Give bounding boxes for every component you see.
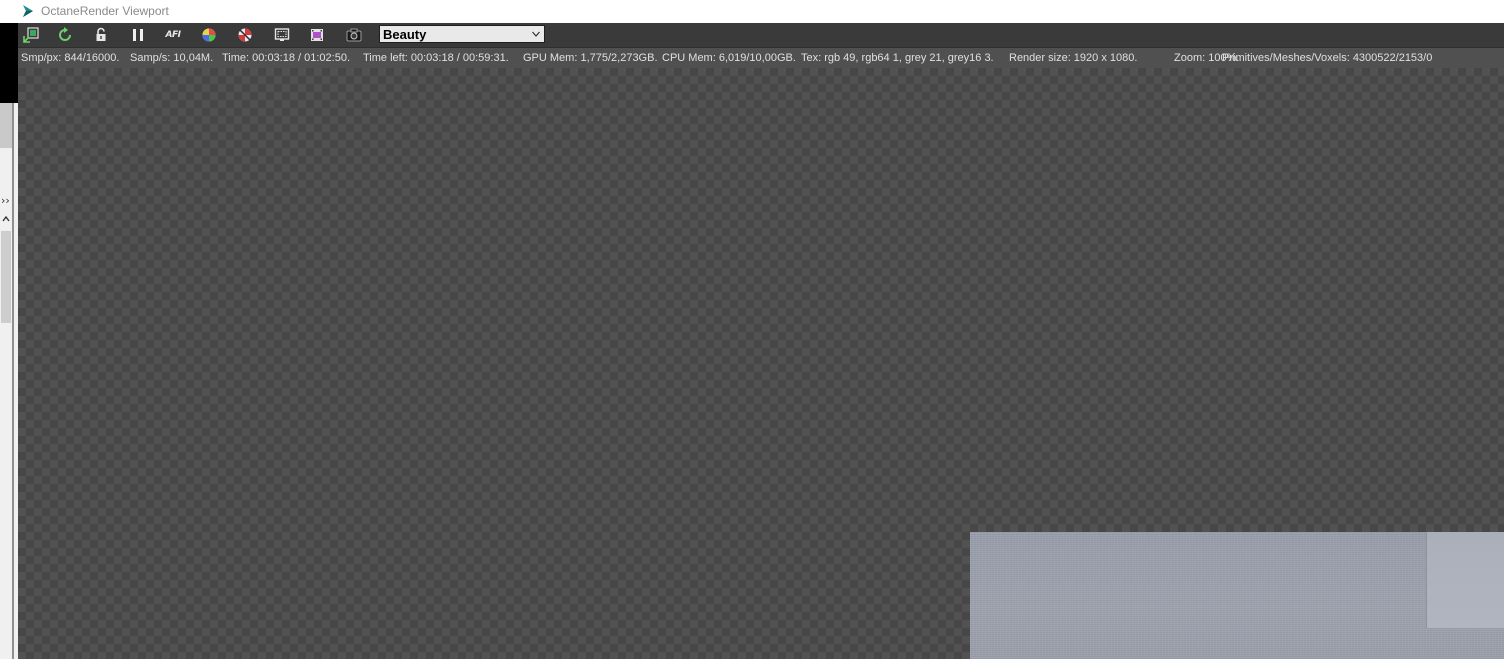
pause-button[interactable] (129, 26, 147, 44)
color-picker-icon (202, 28, 216, 42)
stop-render-button[interactable] (236, 26, 254, 44)
film-settings-button[interactable] (308, 26, 326, 44)
chevron-down-icon (532, 31, 540, 37)
octane-logo-icon (23, 5, 33, 17)
afi-focus-icon: AFI (165, 30, 181, 40)
stat-textures: Tex: rgb 49, rgb64 1, grey 21, grey16 3. (801, 52, 994, 64)
stat-samples-per-second: Samp/s: 10,04M. (130, 52, 214, 64)
pause-icon (133, 29, 143, 41)
restart-render-icon (59, 27, 71, 41)
afi-focus-button[interactable]: AFI (164, 26, 182, 44)
render-stats-bar: Smp/px: 844/16000. Samp/s: 10,04M. Time:… (18, 48, 1504, 68)
stop-render-icon (238, 28, 252, 42)
color-picker-button[interactable] (200, 26, 218, 44)
render-viewport[interactable] (18, 68, 1504, 659)
send-scene-icon (23, 27, 39, 43)
stat-samples-per-pixel: Smp/px: 844/16000. (21, 52, 120, 64)
lock-button[interactable] (92, 26, 110, 44)
scroll-up-icon[interactable] (0, 213, 11, 225)
save-image-icon (346, 28, 362, 42)
stat-gpu-memory: GPU Mem: 1,775/2,273GB. (523, 52, 658, 64)
stat-render-size: Render size: 1920 x 1080. (1009, 52, 1138, 64)
film-settings-icon (311, 29, 323, 41)
sidebar-divider (12, 103, 14, 659)
stat-time-left: Time left: 00:03:18 / 00:59:31. (363, 52, 509, 64)
stat-time: Time: 00:03:18 / 01:02:50. (222, 52, 351, 64)
title-bar: OctaneRender Viewport (0, 0, 1504, 24)
expand-panel-icon[interactable]: ›› (1, 195, 10, 206)
sidebar-header-block (0, 23, 18, 103)
window-title: OctaneRender Viewport (41, 4, 169, 18)
viewport-toolbar: AFI Beauty (18, 23, 1504, 48)
sidebar-panel (0, 103, 12, 148)
left-sidebar: ›› (0, 23, 18, 659)
stat-cpu-memory: CPU Mem: 6,019/10,00GB. (662, 52, 796, 64)
stat-primitives: Primitives/Meshes/Voxels: 4300522/2153/0 (1222, 52, 1433, 64)
region-render-icon (274, 28, 290, 41)
scrollbar-thumb[interactable] (1, 231, 11, 323)
render-pass-select[interactable]: Beauty (379, 25, 545, 43)
restart-render-button[interactable] (56, 26, 74, 44)
render-pass-value: Beauty (383, 26, 427, 42)
save-image-button[interactable] (345, 26, 363, 44)
rendered-image-panel (1426, 532, 1504, 628)
region-render-button[interactable] (273, 26, 291, 44)
lock-icon (96, 27, 106, 41)
rendered-image (970, 532, 1504, 659)
send-scene-button[interactable] (22, 26, 40, 44)
